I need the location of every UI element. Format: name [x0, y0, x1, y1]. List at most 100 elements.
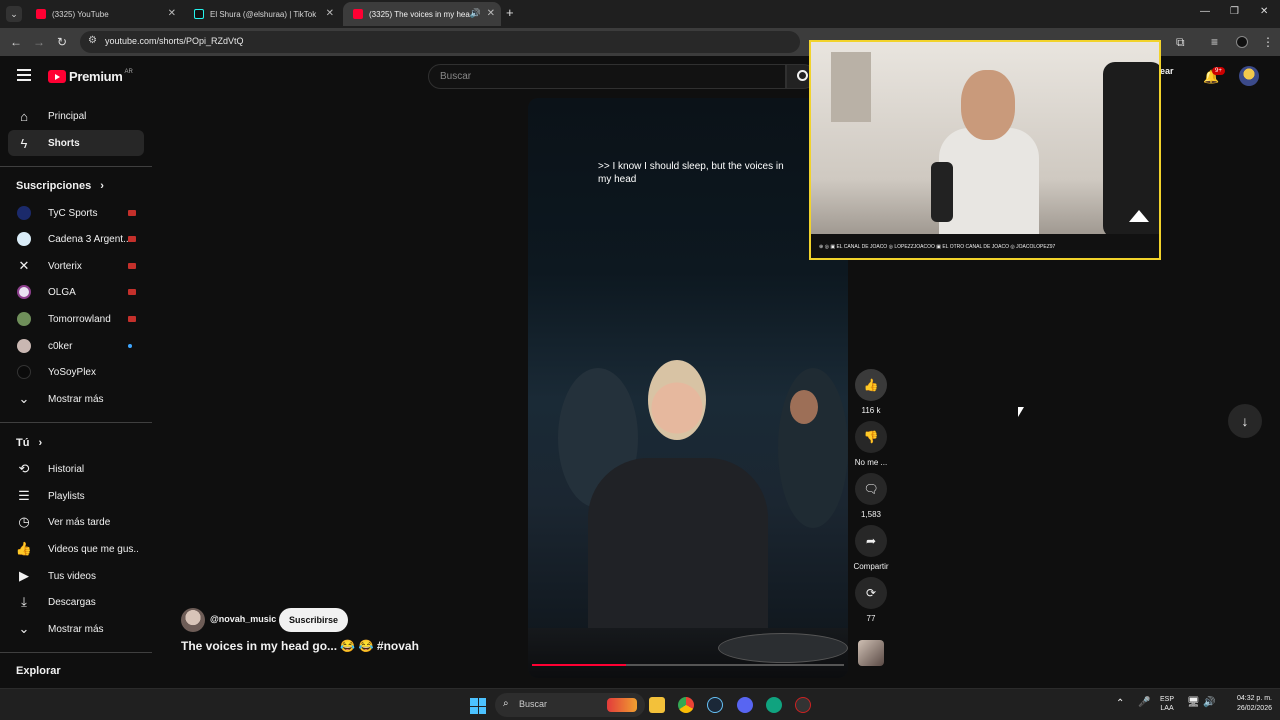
- tab-youtube-short[interactable]: (3325) The voices in my hea 🔊 ✕: [343, 2, 501, 26]
- overlay-social-bar: ⊕ ◎ ▣ EL CANAL DE JOACO ◎ LOPEZZJOACOO ▣…: [811, 234, 1159, 258]
- audio-playing-icon[interactable]: 🔊: [470, 8, 481, 19]
- url-field[interactable]: ⚙ youtube.com/shorts/POpi_RZdVtQ: [80, 31, 800, 53]
- like-button[interactable]: 👍: [855, 369, 887, 401]
- volume-icon[interactable]: 🔊: [1203, 697, 1215, 708]
- close-icon[interactable]: ✕: [168, 8, 176, 19]
- discord-icon[interactable]: [737, 697, 753, 713]
- comments-button[interactable]: 🗨: [855, 473, 887, 505]
- app-icon[interactable]: [795, 697, 811, 713]
- shorts-icon: ϟ: [20, 135, 28, 151]
- maximize-icon[interactable]: ❐: [1230, 6, 1239, 17]
- explore-title: Explorar: [16, 665, 61, 677]
- overlay-shelf: [831, 52, 871, 122]
- short-video-player[interactable]: >> I know I should sleep, but the voices…: [528, 98, 848, 678]
- sidebar-you-show-more[interactable]: ⌄ Mostrar más: [8, 616, 144, 642]
- channel-avatar: [17, 312, 31, 326]
- sidebar-sub-c0ker[interactable]: c0ker: [8, 333, 144, 359]
- chatgpt-icon[interactable]: [766, 697, 782, 713]
- sidebar-sub-vorterix[interactable]: ✕ Vorterix: [8, 253, 144, 279]
- turntable: [718, 633, 848, 663]
- video-progress-bar[interactable]: [532, 664, 844, 666]
- channel-avatar: [17, 232, 31, 246]
- sidebar-sub-olga[interactable]: OLGA: [8, 279, 144, 305]
- tray-chevron-icon[interactable]: ⌃: [1116, 698, 1124, 709]
- sidebar-item-historial[interactable]: ⟲ Historial: [8, 456, 144, 482]
- search-input[interactable]: Buscar: [428, 64, 786, 89]
- search-icon: [797, 70, 808, 81]
- windows-taskbar: ⌕ Buscar ⌃ 🎤 ESP LAA 🖥 🔊 04:32 p. m. 26/…: [0, 688, 1280, 720]
- tab-label: (3325) YouTube: [52, 9, 109, 19]
- close-icon[interactable]: ✕: [326, 8, 334, 19]
- sidebar-item-downloads[interactable]: ⤓ Descargas: [8, 589, 144, 615]
- remix-count: 77: [866, 614, 876, 623]
- tab-tiktok[interactable]: El Shura (@elshuraa) | TikTok ✕: [184, 2, 340, 26]
- network-icon[interactable]: 🖥: [1187, 697, 1200, 708]
- close-icon[interactable]: ✕: [487, 8, 495, 19]
- notification-badge: 9+: [1212, 67, 1225, 75]
- next-video-button[interactable]: ↓: [1228, 404, 1262, 438]
- tab-search-icon[interactable]: ⌄: [6, 6, 22, 22]
- sidebar-item-watch-later[interactable]: ◷ Ver más tarde: [8, 509, 144, 535]
- chrome-icon[interactable]: [678, 697, 694, 713]
- media-controls-icon[interactable]: ≡: [1211, 35, 1218, 49]
- sidebar-sub-cadena3[interactable]: Cadena 3 Argent...: [8, 226, 144, 252]
- site-info-icon[interactable]: ⚙: [88, 35, 97, 46]
- vorterix-logo-icon: ✕: [18, 258, 30, 273]
- search-highlight-icon: [607, 698, 637, 712]
- profile-avatar[interactable]: [1236, 36, 1248, 48]
- playlists-icon: ☰: [18, 488, 30, 503]
- share-button[interactable]: ➦: [855, 525, 887, 557]
- adidas-logo-icon: [1129, 210, 1149, 222]
- language-indicator[interactable]: ESP LAA: [1160, 695, 1174, 713]
- arrow-down-icon: ↓: [1241, 413, 1249, 429]
- search-placeholder: Buscar: [440, 71, 472, 82]
- extensions-icon[interactable]: ⧉: [1176, 35, 1185, 50]
- sidebar-item-shorts[interactable]: ϟ Shorts: [8, 130, 144, 156]
- short-title[interactable]: The voices in my head go... 😂 😂 #novah: [181, 639, 419, 653]
- file-explorer-icon[interactable]: [649, 697, 665, 713]
- share-icon: ➦: [865, 534, 877, 548]
- sidebar-sub-tomorrowland[interactable]: Tomorrowland: [8, 306, 144, 332]
- thumbs-up-icon: 👍: [863, 378, 879, 392]
- minimize-icon[interactable]: —: [1200, 6, 1210, 17]
- channel-avatar: [17, 285, 31, 299]
- tiktok-favicon-icon: [194, 9, 204, 19]
- tab-youtube[interactable]: (3325) YouTube ✕: [26, 2, 182, 26]
- sidebar-item-playlists[interactable]: ☰ Playlists: [8, 483, 144, 509]
- dislike-button[interactable]: 👎: [855, 421, 887, 453]
- sidebar-sub-yosoyplex[interactable]: YoSoyPlex: [8, 359, 144, 385]
- new-tab-button[interactable]: +: [506, 5, 514, 20]
- subscribe-button[interactable]: Suscribirse: [279, 608, 349, 632]
- microphone-icon[interactable]: 🎤: [1138, 697, 1150, 708]
- overlay-social-handles: ⊕ ◎ ▣ EL CANAL DE JOACO ◎ LOPEZZJOACOO ▣…: [819, 244, 1056, 250]
- remix-button[interactable]: ⟳: [855, 577, 887, 609]
- clock[interactable]: 04:32 p. m. 26/02/2026: [1222, 694, 1272, 714]
- live-indicator-icon: [128, 263, 136, 269]
- comment-icon: 🗨: [863, 482, 879, 496]
- back-icon[interactable]: ←: [10, 35, 22, 49]
- sidebar-item-liked-videos[interactable]: 👍 Videos que me gus...: [8, 536, 144, 562]
- reload-icon[interactable]: ↻: [57, 35, 67, 49]
- youtube-favicon-icon: [353, 9, 363, 19]
- taskbar-search[interactable]: ⌕ Buscar: [495, 693, 645, 717]
- you-title[interactable]: Tú ›: [16, 437, 42, 449]
- windows-start-icon[interactable]: [470, 698, 486, 714]
- sidebar-subs-show-more[interactable]: ⌄ Mostrar más: [8, 386, 144, 412]
- channel-avatar[interactable]: [181, 608, 205, 632]
- sound-thumbnail[interactable]: [858, 640, 884, 666]
- account-avatar[interactable]: [1239, 66, 1259, 86]
- menu-icon[interactable]: ⋮: [1262, 35, 1274, 49]
- subscriptions-title[interactable]: Suscripciones ›: [16, 180, 104, 192]
- your-videos-icon: ▶: [19, 568, 29, 583]
- new-content-dot-icon: [128, 344, 132, 348]
- downloads-icon: ⤓: [21, 594, 27, 609]
- forward-icon[interactable]: →: [33, 35, 45, 49]
- sidebar-item-your-videos[interactable]: ▶ Tus videos: [8, 563, 144, 589]
- channel-handle[interactable]: @novah_music: [210, 614, 276, 624]
- sidebar-sub-tyc-sports[interactable]: TyC Sports: [8, 200, 144, 226]
- chevron-right-icon: ›: [38, 437, 43, 449]
- window-close-icon[interactable]: ✕: [1260, 6, 1268, 17]
- clock-date: 26/02/2026: [1236, 705, 1272, 712]
- sidebar-item-principal[interactable]: ⌂ Principal: [8, 103, 144, 129]
- steam-icon[interactable]: [707, 697, 723, 713]
